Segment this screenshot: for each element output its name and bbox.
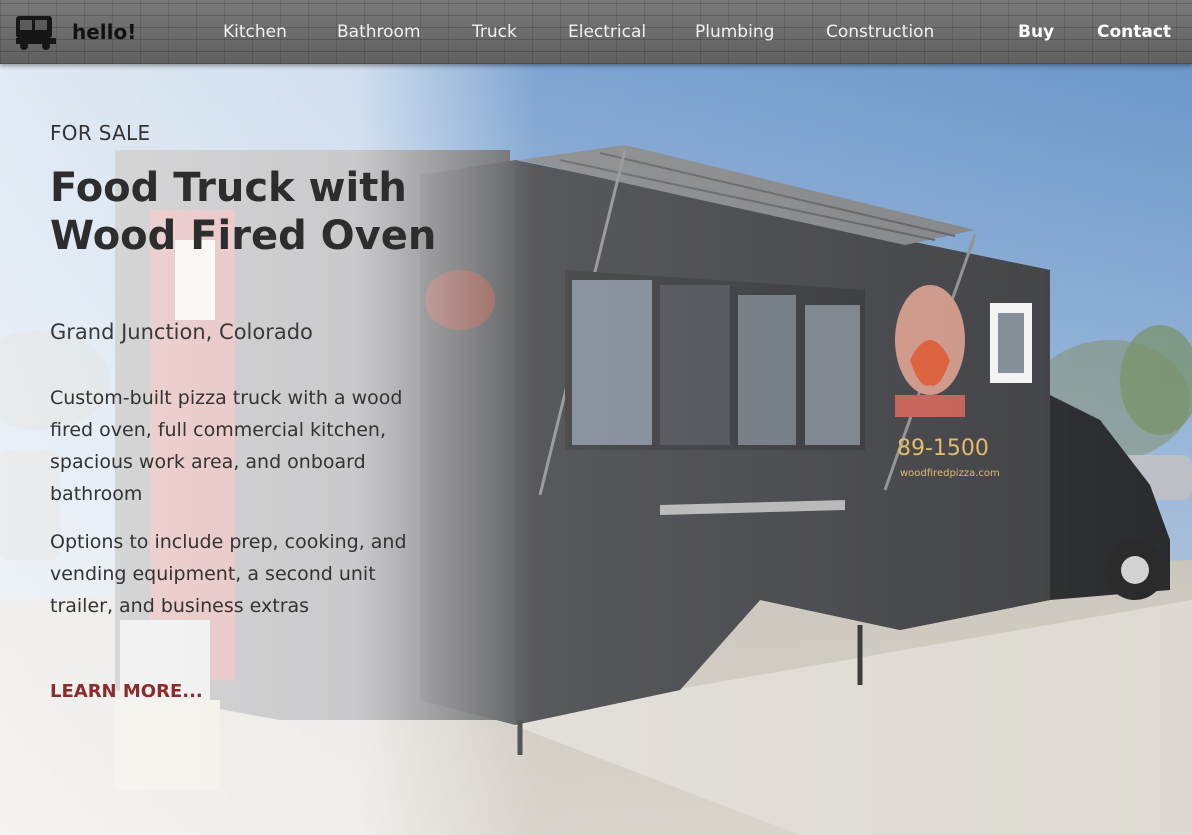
nav-bathroom[interactable]: Bathroom — [337, 22, 421, 42]
food-truck-icon[interactable] — [14, 12, 58, 52]
top-navbar: hello! Kitchen Bathroom Truck Electrical… — [0, 0, 1192, 64]
description-primary: Custom-built pizza truck with a wood fir… — [50, 387, 403, 505]
contact-button[interactable]: Contact — [1097, 22, 1171, 42]
nav-kitchen[interactable]: Kitchen — [223, 22, 287, 42]
learn-more-link[interactable]: LEARN MORE... — [50, 681, 203, 702]
location-text: Grand Junction, Colorado — [50, 320, 313, 344]
buy-button[interactable]: Buy — [1018, 22, 1054, 42]
nav-truck[interactable]: Truck — [472, 22, 517, 42]
nav-plumbing[interactable]: Plumbing — [695, 22, 774, 42]
description-options: Options to include prep, cooking, and ve… — [50, 531, 407, 617]
nav-construction[interactable]: Construction — [826, 22, 934, 42]
for-sale-tag: FOR SALE — [50, 121, 151, 145]
svg-text:woodfiredpizza.com: woodfiredpizza.com — [900, 468, 1000, 479]
brand-name[interactable]: hello! — [72, 20, 136, 44]
svg-text:89-1500: 89-1500 — [897, 436, 989, 461]
nav-electrical[interactable]: Electrical — [568, 22, 646, 42]
page-title: Food Truck with Wood Fired Oven — [50, 165, 437, 259]
